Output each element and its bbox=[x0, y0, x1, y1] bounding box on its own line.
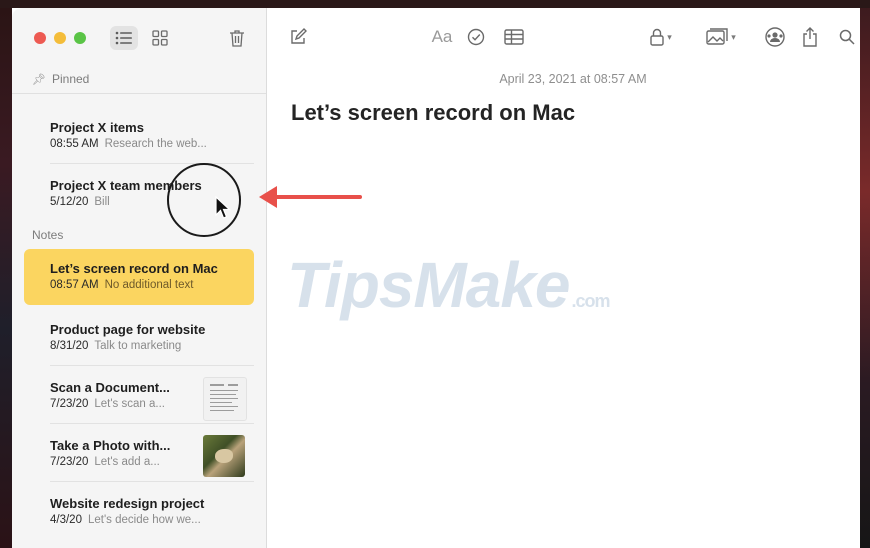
note-meta: 7/23/20 Let's scan a... bbox=[50, 398, 165, 410]
checklist-icon bbox=[467, 28, 485, 46]
checklist-button[interactable] bbox=[463, 24, 489, 50]
collaborate-icon bbox=[765, 27, 785, 47]
chevron-down-icon: ▾ bbox=[731, 31, 736, 42]
note-divider bbox=[50, 365, 254, 366]
annotation-arrow-icon bbox=[259, 186, 362, 208]
watermark-text: TipsMake bbox=[287, 249, 570, 321]
list-item-project-x-items[interactable]: Project X items 08:55 AM Research the web… bbox=[24, 112, 254, 164]
mouse-pointer-icon bbox=[215, 196, 231, 219]
chevron-down-icon: ▾ bbox=[667, 31, 672, 42]
notes-window: 📌︎ Pinned Project X items 08:55 AM Researc… bbox=[12, 8, 860, 548]
watermark: TipsMake .com bbox=[287, 248, 611, 322]
note-title: Scan a Document... bbox=[50, 380, 170, 395]
note-title: Take a Photo with... bbox=[50, 438, 171, 453]
note-body-heading[interactable]: Let’s screen record on Mac bbox=[291, 100, 575, 126]
note-timestamp: April 23, 2021 at 08:57 AM bbox=[499, 72, 647, 86]
share-icon bbox=[803, 27, 817, 47]
note-meta: 8/31/20 Talk to marketing bbox=[50, 340, 181, 352]
desktop-edge-left bbox=[0, 0, 12, 548]
search-button[interactable] bbox=[835, 24, 859, 50]
list-view-icon bbox=[115, 31, 132, 45]
note-title: Project X items bbox=[50, 120, 144, 135]
note-divider bbox=[50, 423, 254, 424]
note-preview: No additional text bbox=[104, 279, 194, 291]
note-meta: 7/23/20 Let's add a... bbox=[50, 456, 160, 468]
minimize-window-button[interactable] bbox=[54, 32, 66, 44]
note-preview: Let's scan a... bbox=[94, 398, 165, 410]
pin-icon: 📌︎ bbox=[32, 74, 46, 86]
table-icon bbox=[504, 29, 524, 45]
gallery-view-button[interactable] bbox=[146, 26, 174, 50]
delete-note-button[interactable] bbox=[224, 25, 250, 51]
note-title: Website redesign project bbox=[50, 496, 205, 511]
note-divider bbox=[50, 163, 254, 164]
note-preview: Research the web... bbox=[104, 138, 207, 150]
note-date: 4/3/20 bbox=[50, 514, 82, 526]
attach-media-button[interactable]: ▾ bbox=[697, 24, 745, 50]
notes-section-header: Notes bbox=[32, 228, 64, 242]
add-people-button[interactable] bbox=[761, 24, 789, 50]
note-meta: 4/3/20 Let's decide how we... bbox=[50, 514, 201, 526]
trash-icon bbox=[230, 30, 244, 47]
list-view-button[interactable] bbox=[110, 26, 138, 50]
close-window-button[interactable] bbox=[34, 32, 46, 44]
pinned-label: Pinned bbox=[51, 72, 90, 86]
window-controls bbox=[34, 32, 86, 44]
note-title: Let’s screen record on Mac bbox=[50, 261, 218, 276]
note-date: 8/31/20 bbox=[50, 340, 89, 352]
note-preview: Let's decide how we... bbox=[87, 514, 201, 526]
list-item-take-photo[interactable]: Take a Photo with... 7/23/20 Let's add a.… bbox=[24, 430, 254, 482]
list-item-website-redesign[interactable]: Website redesign project 4/3/20 Let's dec… bbox=[24, 488, 254, 540]
list-item-screen-record[interactable]: Let’s screen record on Mac 08:57 AM No ad… bbox=[24, 249, 254, 305]
sidebar-divider bbox=[12, 93, 266, 94]
gallery-view-icon bbox=[152, 30, 168, 46]
note-date: 5/12/20 bbox=[50, 196, 89, 208]
note-meta: 5/12/20 Bill bbox=[50, 196, 110, 208]
list-item-product-page[interactable]: Product page for website 8/31/20 Talk to … bbox=[24, 314, 254, 366]
format-button[interactable]: Aa bbox=[427, 24, 457, 50]
note-date: 7/23/20 bbox=[50, 456, 89, 468]
new-note-button[interactable] bbox=[285, 24, 311, 50]
note-preview: Let's add a... bbox=[94, 456, 160, 468]
note-meta: 08:57 AM No additional text bbox=[50, 279, 193, 291]
document-thumbnail bbox=[203, 377, 247, 421]
lock-icon bbox=[650, 28, 664, 46]
watermark-suffix: .com bbox=[571, 291, 611, 311]
note-preview: Talk to marketing bbox=[94, 340, 182, 352]
note-preview: Bill bbox=[94, 196, 110, 208]
table-button[interactable] bbox=[501, 24, 527, 50]
compose-icon bbox=[291, 28, 307, 44]
pinned-section-header: 📌︎ Pinned bbox=[32, 72, 89, 86]
note-date: 7/23/20 bbox=[50, 398, 89, 410]
note-divider bbox=[50, 481, 254, 482]
note-title: Product page for website bbox=[50, 322, 206, 337]
search-icon bbox=[839, 29, 855, 45]
note-date: 08:57 AM bbox=[50, 279, 99, 291]
share-button[interactable] bbox=[797, 24, 823, 50]
photo-thumbnail bbox=[203, 435, 245, 477]
lock-note-button[interactable]: ▾ bbox=[641, 24, 681, 50]
note-date: 08:55 AM bbox=[50, 138, 99, 150]
desktop-edge-top bbox=[0, 0, 870, 8]
note-meta: 08:55 AM Research the web... bbox=[50, 138, 207, 150]
desktop-edge-right bbox=[860, 0, 870, 548]
sidebar: 📌︎ Pinned Project X items 08:55 AM Researc… bbox=[12, 8, 267, 548]
photo-icon bbox=[706, 28, 728, 45]
list-item-scan-document[interactable]: Scan a Document... 7/23/20 Let's scan a..… bbox=[24, 372, 254, 424]
zoom-window-button[interactable] bbox=[74, 32, 86, 44]
